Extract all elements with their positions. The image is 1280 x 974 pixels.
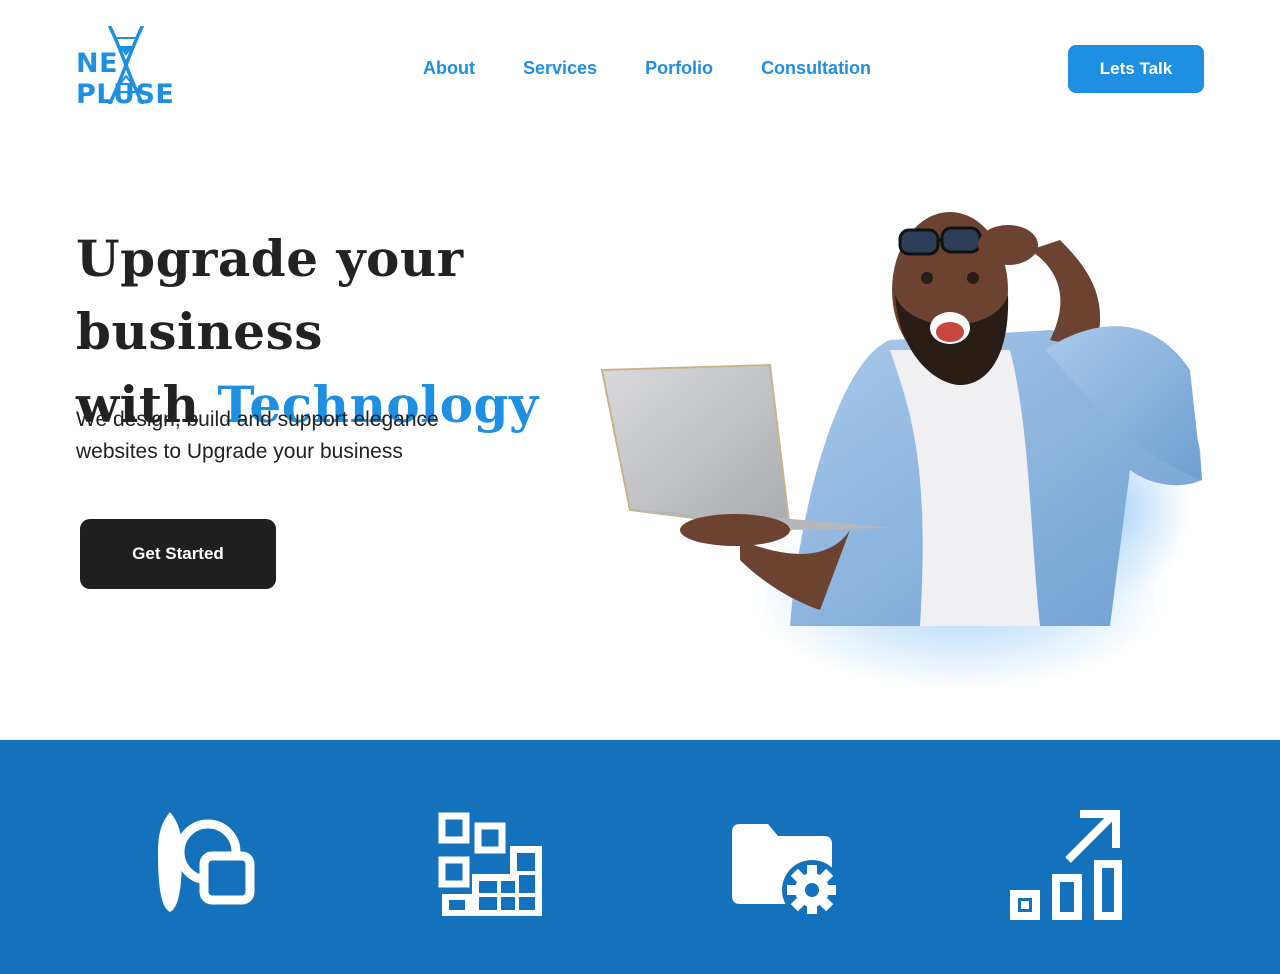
logo-x-mark-icon xyxy=(108,26,144,104)
logo-wordmark: NEPLUSE xyxy=(76,48,175,110)
hero-person-image xyxy=(600,212,1202,690)
folder-settings-icon[interactable] xyxy=(732,824,836,914)
nav-about-link[interactable]: About xyxy=(423,58,475,79)
growth-chart-icon[interactable] xyxy=(1010,808,1122,920)
services-band xyxy=(0,740,1280,974)
hero-subtitle: We design, build and support elegance we… xyxy=(76,408,439,463)
brand-logo[interactable]: NEPLUSE xyxy=(76,26,226,110)
nav-services-link[interactable]: Services xyxy=(523,58,597,79)
nav-portfolio-link[interactable]: Porfolio xyxy=(645,58,713,79)
get-started-button[interactable]: Get Started xyxy=(80,519,276,589)
lets-talk-button[interactable]: Lets Talk xyxy=(1068,45,1204,93)
site-header: NEPLUSE About Services Porfolio Consulta… xyxy=(0,0,1280,140)
design-tools-icon[interactable] xyxy=(154,812,258,912)
grid-blocks-icon[interactable] xyxy=(438,812,544,918)
nav-consultation-link[interactable]: Consultation xyxy=(761,58,871,79)
hero-title-line1: Upgrade your business xyxy=(76,229,464,361)
main-nav: About Services Porfolio Consultation xyxy=(423,58,871,79)
